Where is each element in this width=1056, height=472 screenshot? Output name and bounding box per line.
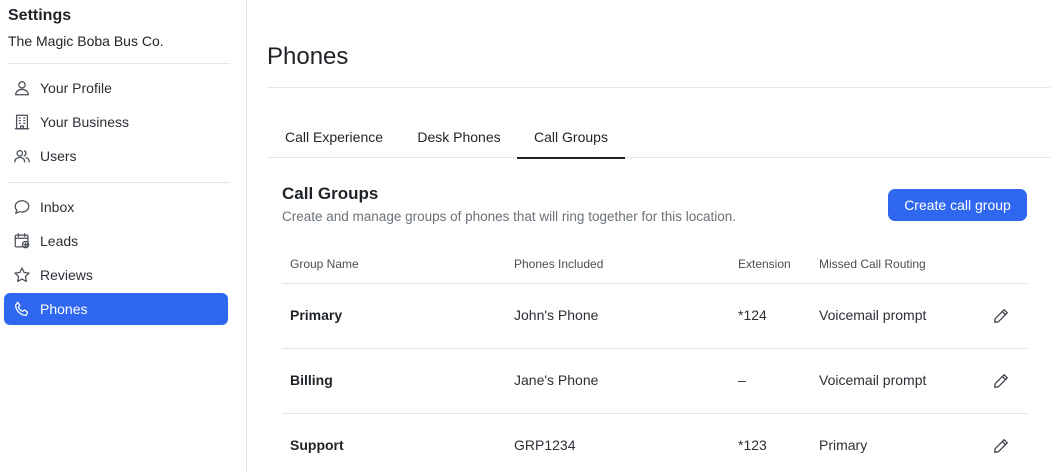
sidebar-item-label: Users: [40, 148, 77, 164]
sidebar-item-label: Inbox: [40, 199, 75, 215]
sidebar-divider: [8, 182, 230, 183]
phones-included: GRP1234: [514, 437, 576, 453]
sidebar-item-inbox[interactable]: Inbox: [4, 191, 228, 223]
missed-call-routing: Voicemail prompt: [819, 307, 927, 323]
building-icon: [12, 112, 32, 132]
sidebar-item-label: Leads: [40, 233, 79, 249]
extension: –: [738, 372, 746, 388]
table-row[interactable]: Support GRP1234 *123 Primary: [282, 414, 1028, 472]
sidebar-item-phones[interactable]: Phones: [4, 293, 228, 325]
call-groups-table: Group Name Phones Included Extension Mis…: [282, 248, 1028, 472]
phones-included: John's Phone: [514, 307, 599, 323]
sidebar-item-label: Your Profile: [40, 80, 112, 96]
tab-call-experience[interactable]: Call Experience: [267, 118, 401, 158]
group-name: Primary: [290, 307, 343, 323]
star-icon: [12, 265, 32, 285]
missed-call-routing: Primary: [819, 437, 868, 453]
tab-desk-phones[interactable]: Desk Phones: [401, 118, 517, 158]
table-header: Group Name Phones Included Extension Mis…: [282, 248, 1028, 284]
settings-app: Settings The Magic Boba Bus Co. Your Pro…: [0, 0, 1056, 472]
page-title: Phones: [267, 43, 349, 70]
group-name: Billing: [290, 372, 333, 388]
header-group-name[interactable]: Group Name: [290, 257, 359, 271]
create-call-group-button[interactable]: Create call group: [888, 189, 1027, 221]
sidebar-divider: [8, 63, 230, 64]
company-name: The Magic Boba Bus Co.: [8, 33, 164, 49]
sidebar-item-label: Phones: [40, 301, 88, 317]
title-divider: [267, 87, 1050, 88]
edit-pencil-icon[interactable]: [989, 304, 1013, 328]
sidebar-item-reviews[interactable]: Reviews: [4, 259, 228, 291]
sidebar-item-your-business[interactable]: Your Business: [4, 106, 228, 138]
edit-pencil-icon[interactable]: [989, 434, 1013, 458]
header-phones-included[interactable]: Phones Included: [514, 257, 603, 271]
missed-call-routing: Voicemail prompt: [819, 372, 927, 388]
header-missed-call-routing[interactable]: Missed Call Routing: [819, 257, 926, 271]
settings-sidebar: Settings The Magic Boba Bus Co. Your Pro…: [0, 0, 247, 472]
header-extension[interactable]: Extension: [738, 257, 791, 271]
table-row[interactable]: Primary John's Phone *124 Voicemail prom…: [282, 284, 1028, 349]
sidebar-item-users[interactable]: Users: [4, 140, 228, 172]
main-content: Phones Call Experience Desk Phones Call …: [247, 0, 1056, 472]
tab-bar: Call Experience Desk Phones Call Groups: [267, 118, 1051, 159]
table-row[interactable]: Billing Jane's Phone – Voicemail prompt: [282, 349, 1028, 414]
section-title: Call Groups: [282, 184, 379, 203]
sidebar-title: Settings: [8, 7, 72, 24]
sidebar-item-leads[interactable]: Leads: [4, 225, 228, 257]
phones-included: Jane's Phone: [514, 372, 599, 388]
chat-bubble-icon: [12, 197, 32, 217]
sidebar-item-label: Reviews: [40, 267, 93, 283]
person-icon: [12, 78, 32, 98]
section-description: Create and manage groups of phones that …: [282, 209, 737, 224]
extension: *124: [738, 307, 767, 323]
edit-pencil-icon[interactable]: [989, 369, 1013, 393]
phone-icon: [12, 299, 32, 319]
sidebar-item-your-profile[interactable]: Your Profile: [4, 72, 228, 104]
tab-call-groups[interactable]: Call Groups: [517, 118, 625, 159]
extension: *123: [738, 437, 767, 453]
calendar-plus-icon: [12, 231, 32, 251]
users-icon: [12, 146, 32, 166]
sidebar-item-label: Your Business: [40, 114, 129, 130]
group-name: Support: [290, 437, 344, 453]
